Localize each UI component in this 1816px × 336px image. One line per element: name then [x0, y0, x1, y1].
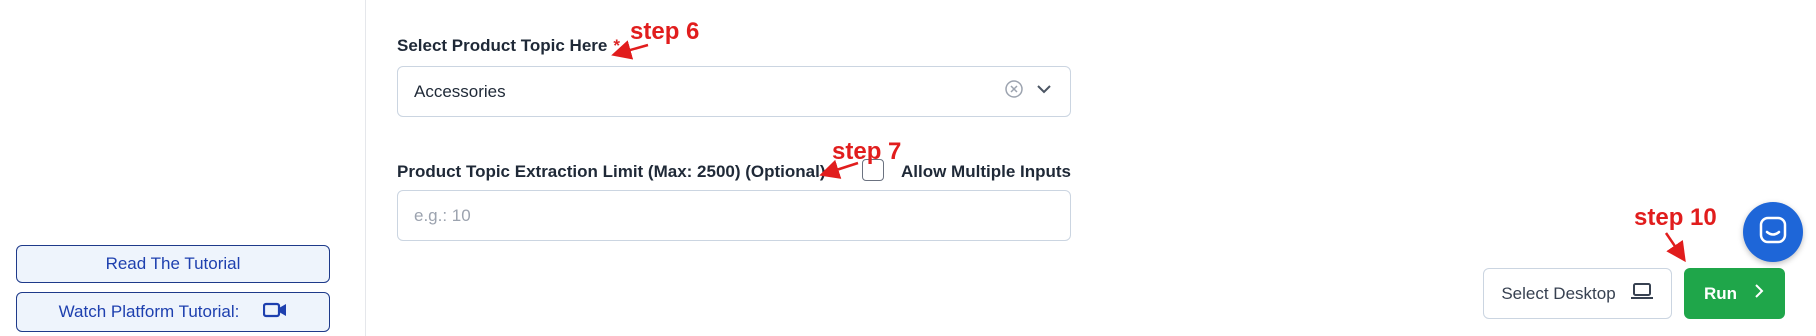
annotation-step7: step 7 [832, 138, 902, 165]
laptop-icon [1630, 282, 1654, 305]
topic-label-text: Select Product Topic Here [397, 36, 608, 55]
limit-input[interactable] [397, 190, 1071, 241]
arrow-step6 [611, 40, 649, 60]
run-button[interactable]: Run [1684, 268, 1785, 319]
topic-select[interactable]: Accessories [397, 66, 1071, 117]
watch-tutorial-button[interactable]: Watch Platform Tutorial: [16, 292, 330, 332]
chat-launcher-button[interactable] [1743, 202, 1803, 262]
topic-select-value: Accessories [414, 81, 506, 101]
chevron-right-icon [1753, 283, 1765, 304]
chevron-down-icon[interactable] [1034, 79, 1054, 104]
arrow-step10 [1664, 232, 1686, 263]
limit-label: Product Topic Extraction Limit (Max: 250… [397, 162, 826, 181]
select-desktop-button[interactable]: Select Desktop [1483, 268, 1672, 319]
required-mark: * [613, 36, 620, 55]
run-label: Run [1703, 283, 1738, 303]
chat-icon [1758, 215, 1788, 250]
annotation-step10: step 10 [1634, 204, 1717, 231]
watch-tutorial-label: Watch Platform Tutorial: [58, 302, 240, 321]
clear-circle-icon[interactable] [1004, 79, 1024, 104]
allow-multiple-label: Allow Multiple Inputs [901, 162, 1071, 181]
sidebar: Read The Tutorial Watch Platform Tutoria… [0, 0, 366, 336]
select-desktop-label: Select Desktop [1501, 283, 1616, 303]
read-tutorial-label: Read The Tutorial [105, 254, 241, 273]
video-camera-icon [263, 302, 287, 323]
read-tutorial-button[interactable]: Read The Tutorial [16, 245, 330, 283]
annotation-step6: step 6 [630, 18, 700, 45]
topic-label: Select Product Topic Here * [397, 36, 620, 56]
